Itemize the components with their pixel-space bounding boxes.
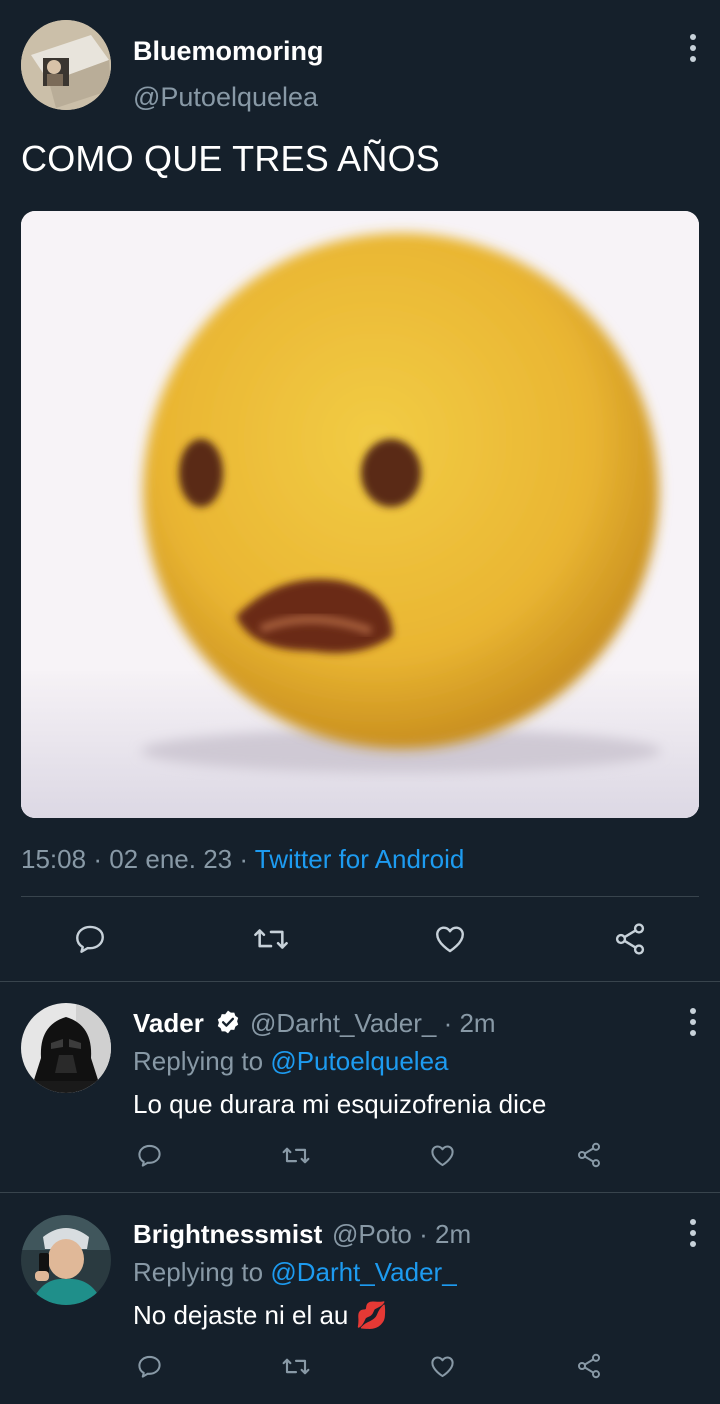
replying-to-handle[interactable]: @Darht_Vader_: [270, 1257, 456, 1287]
tweet-source-link[interactable]: Twitter for Android: [255, 844, 465, 874]
tweet-text: COMO QUE TRES AÑOS: [21, 138, 441, 179]
more-icon[interactable]: [681, 28, 705, 68]
reply-icon[interactable]: [134, 1351, 164, 1381]
reply-handle-text: @Poto: [332, 1219, 412, 1249]
kiss-emoji: 💋: [355, 1300, 388, 1330]
share-icon[interactable]: [574, 1351, 604, 1381]
reply-timestamp: · 2m: [419, 1219, 472, 1249]
like-icon[interactable]: [431, 920, 469, 958]
share-icon[interactable]: [611, 920, 649, 958]
retweet-icon[interactable]: [251, 920, 291, 958]
reply-text: Lo que durara mi esquizofrenia dice: [133, 1089, 547, 1119]
author-handle[interactable]: @Putoelquelea: [133, 82, 318, 113]
tweet-media-image[interactable]: [21, 211, 699, 818]
reply-author-name[interactable]: Vader: [133, 1008, 204, 1039]
verified-icon: [214, 1008, 242, 1036]
reply-author-name[interactable]: Brightnessmist: [133, 1219, 322, 1250]
like-icon[interactable]: [427, 1140, 457, 1170]
replying-to: Replying to @Darht_Vader_: [133, 1257, 457, 1288]
meta-separator: ·: [239, 844, 249, 874]
reply-avatar[interactable]: [21, 1215, 111, 1305]
more-icon[interactable]: [681, 1213, 705, 1253]
replying-to-handle[interactable]: @Putoelquelea: [270, 1046, 448, 1076]
reply-author-handle[interactable]: @Darht_Vader_ · 2m: [250, 1008, 496, 1039]
reply-text: No dejaste ni el au 💋: [133, 1300, 388, 1331]
more-icon[interactable]: [681, 1002, 705, 1042]
replying-to: Replying to @Putoelquelea: [133, 1046, 449, 1077]
replying-to-label: Replying to: [133, 1257, 264, 1287]
retweet-icon[interactable]: [280, 1140, 312, 1170]
like-icon[interactable]: [427, 1351, 457, 1381]
author-avatar[interactable]: [21, 20, 111, 110]
reply-text-content: No dejaste ni el au: [133, 1300, 349, 1330]
divider: [0, 981, 720, 982]
reply-icon[interactable]: [134, 1140, 164, 1170]
reply-timestamp: · 2m: [443, 1008, 496, 1038]
reply-author-handle[interactable]: @Poto · 2m: [332, 1219, 471, 1250]
reply-handle-text: @Darht_Vader_: [250, 1008, 437, 1038]
author-name[interactable]: Bluemomoring: [133, 36, 324, 67]
tweet-time: 15:08: [21, 844, 87, 874]
divider: [21, 896, 699, 897]
reply-icon[interactable]: [71, 920, 109, 958]
tweet-date: 02 ene. 23: [109, 844, 233, 874]
meta-separator: ·: [93, 844, 102, 874]
retweet-icon[interactable]: [280, 1351, 312, 1381]
divider: [0, 1192, 720, 1193]
tweet-meta: 15:08 · 02 ene. 23 · Twitter for Android: [21, 844, 464, 875]
replying-to-label: Replying to: [133, 1046, 264, 1076]
share-icon[interactable]: [574, 1140, 604, 1170]
reply-avatar[interactable]: [21, 1003, 111, 1093]
